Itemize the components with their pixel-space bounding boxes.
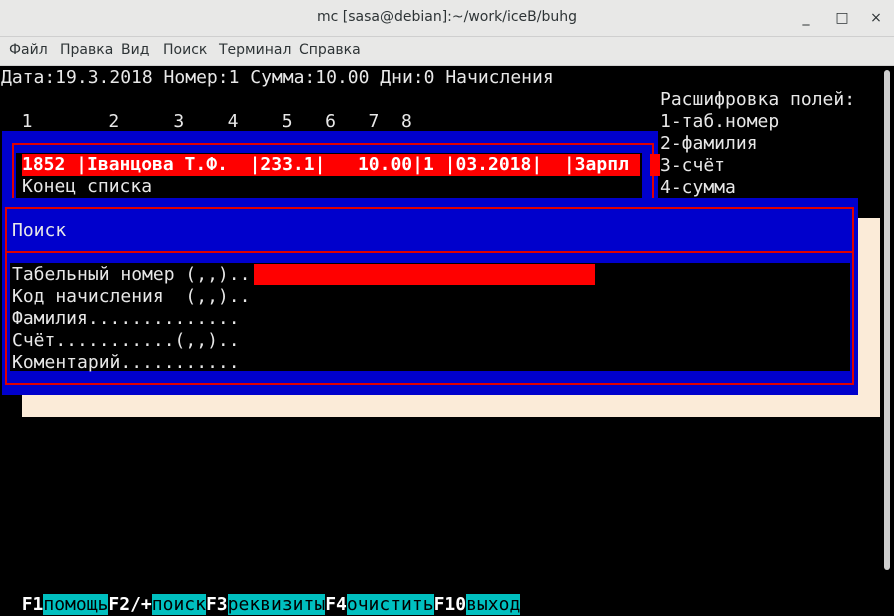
legend-item: 2-фамилия	[660, 133, 758, 154]
fkey-f4[interactable]: F4	[325, 594, 347, 615]
fkey-f4-label[interactable]: очистить	[346, 594, 434, 615]
column-numbers: 1 2 3 4 5 6 7 8	[0, 111, 412, 132]
field-tab-number[interactable]: Табельный номер (,,)..	[12, 264, 250, 286]
search-title: Поиск	[12, 220, 67, 241]
window-title: mc [sasa@debian]:~/work/iceB/buhg	[317, 9, 577, 25]
fkey-f1[interactable]: F1	[22, 594, 44, 615]
fkey-f2[interactable]: F2/+	[108, 594, 151, 615]
field-accrual-code[interactable]: Код начисления (,,)..	[12, 286, 250, 308]
legend-item: 1-таб.номер	[660, 111, 780, 132]
field-surname[interactable]: Фамилия..............	[12, 308, 240, 330]
menu-view[interactable]: Вид	[121, 42, 149, 58]
menu-search[interactable]: Поиск	[163, 42, 207, 58]
menu-bar: Файл Правка Вид Поиск Терминал Справка	[0, 37, 894, 66]
minimize-button[interactable]: _	[796, 8, 816, 28]
field-comment[interactable]: Коментарий...........	[12, 352, 240, 374]
menu-file[interactable]: Файл	[9, 42, 48, 58]
scrollbar-thumb[interactable]	[884, 70, 890, 570]
field-account[interactable]: Счёт...........(,,)..	[12, 330, 240, 352]
search-separator	[5, 251, 854, 253]
selected-row-text[interactable]: 1852 |Іванцова Т.Ф. |233.1| 10.00|1 |03.…	[22, 154, 629, 176]
title-bar: mc [sasa@debian]:~/work/iceB/buhg _ □ ×	[0, 0, 894, 37]
close-button[interactable]: ×	[866, 8, 886, 28]
menu-edit[interactable]: Правка	[60, 42, 113, 58]
list-marker	[650, 154, 660, 176]
legend-item: 3-счёт	[660, 155, 726, 176]
fkey-f3-label[interactable]: реквизиты	[227, 594, 326, 615]
fkey-f3[interactable]: F3	[206, 594, 228, 615]
legend-item: 4-сумма	[660, 177, 736, 198]
scrollbar[interactable]	[880, 66, 894, 595]
function-keys-bar: F1помощьF2/+поискF3реквизитыF4очиститьF1…	[0, 572, 521, 615]
legend-title: Расшифровка полей:	[660, 89, 856, 110]
menu-help[interactable]: Справка	[299, 42, 361, 58]
fkey-f10-label[interactable]: выход	[466, 594, 521, 615]
tab-number-input[interactable]	[254, 264, 595, 285]
fkey-f1-label[interactable]: помощь	[43, 594, 109, 615]
fkey-f10[interactable]: F10	[434, 594, 467, 615]
header-line: Дата:19.3.2018 Номер:1 Сумма:10.00 Дни:0…	[1, 67, 554, 88]
maximize-button[interactable]: □	[832, 8, 852, 28]
list-end: Конец списка	[22, 176, 153, 197]
menu-terminal[interactable]: Терминал	[219, 42, 291, 58]
fkey-f2-label[interactable]: поиск	[151, 594, 206, 615]
